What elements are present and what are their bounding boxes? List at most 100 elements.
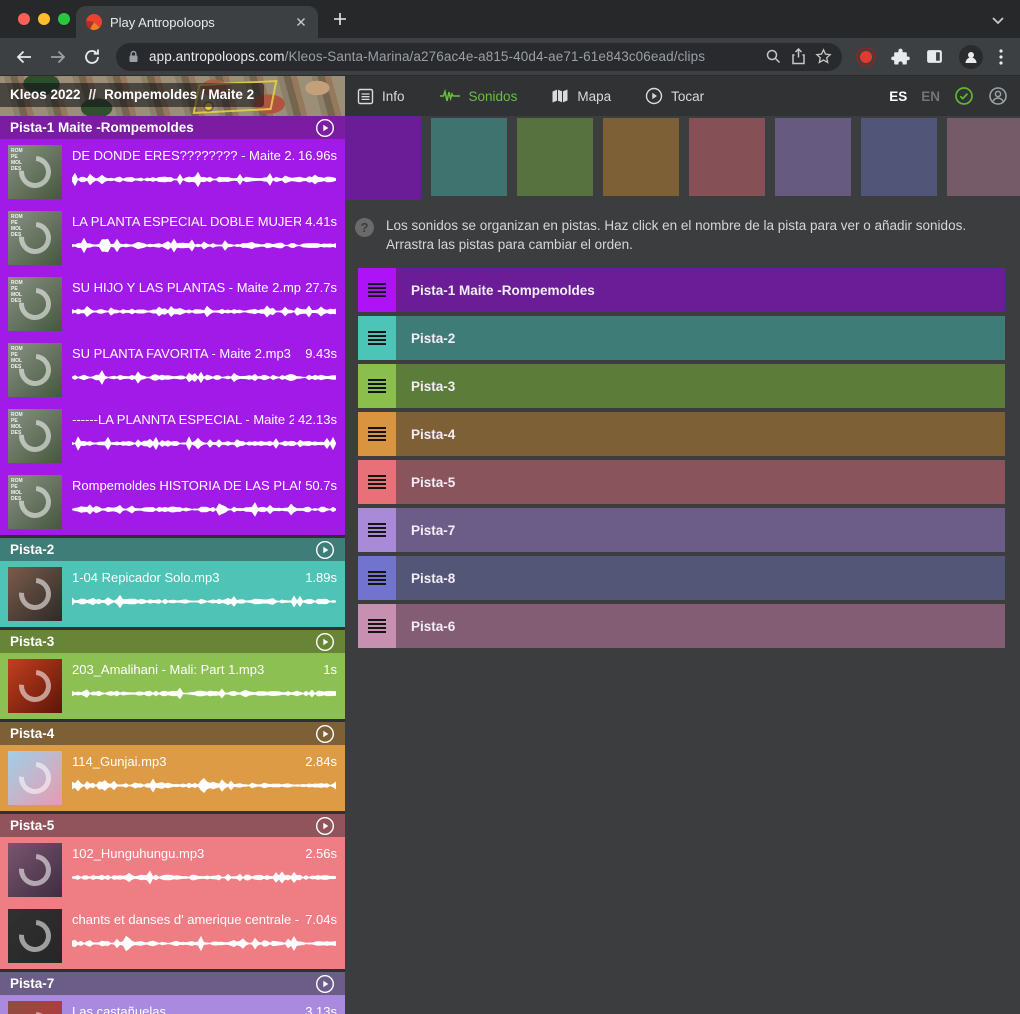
loop-progress-icon: [12, 755, 57, 800]
track-section-header[interactable]: Pista-1 Maite -Rompemoldes: [0, 116, 345, 139]
track-color-tab[interactable]: [689, 118, 765, 196]
track-row[interactable]: Pista-4: [358, 412, 1005, 456]
clip-row[interactable]: 1-04 Repicador Solo.mp31.89s: [0, 561, 345, 627]
clip-row[interactable]: ROM PE MOL DES------LA PLANNTA ESPECIAL …: [0, 403, 345, 469]
track-row-body[interactable]: Pista-7: [396, 508, 1005, 552]
track-row-body[interactable]: Pista-3: [396, 364, 1005, 408]
back-button[interactable]: [14, 47, 34, 67]
breadcrumb-project-link[interactable]: Kleos 2022: [10, 87, 81, 102]
new-tab-button[interactable]: [332, 11, 348, 27]
nav-item-mapa[interactable]: Mapa: [551, 88, 611, 104]
drag-grip-icon: [368, 619, 386, 633]
clip-list: 203_Amalihani - Mali: Part 1.mp31s: [0, 653, 345, 719]
track-row[interactable]: Pista-2: [358, 316, 1005, 360]
tab-search-chevron-icon[interactable]: [990, 12, 1006, 28]
close-window-button[interactable]: [18, 13, 30, 25]
map-icon: [551, 88, 569, 104]
language-en-button[interactable]: EN: [921, 89, 940, 104]
track-section-header[interactable]: Pista-5: [0, 814, 345, 837]
nav-item-tocar[interactable]: Tocar: [645, 87, 704, 105]
track-row[interactable]: Pista-6: [358, 604, 1005, 648]
bookmark-star-icon[interactable]: [815, 48, 832, 65]
clip-info: SU HIJO Y LAS PLANTAS - Maite 2.mp327.7s: [72, 277, 337, 331]
track-color-tab[interactable]: [603, 118, 679, 196]
browser-menu-icon[interactable]: [998, 48, 1004, 66]
section-play-icon[interactable]: [315, 974, 335, 994]
clip-info: Rompemoldes HISTORIA DE LAS PLANTAS...50…: [72, 475, 337, 529]
lock-icon[interactable]: [126, 49, 141, 64]
track-row[interactable]: Pista-3: [358, 364, 1005, 408]
clip-info: LA PLANTA ESPECIAL DOBLE MUJER - Mai...4…: [72, 211, 337, 265]
track-color-tab[interactable]: [775, 118, 851, 196]
track-row[interactable]: Pista-8: [358, 556, 1005, 600]
status-check-icon[interactable]: [954, 86, 974, 106]
drag-handle[interactable]: [358, 460, 396, 504]
clip-row[interactable]: ROM PE MOL DESLA PLANTA ESPECIAL DOBLE M…: [0, 205, 345, 271]
clip-row[interactable]: ROM PE MOL DESSU PLANTA FAVORITA - Maite…: [0, 337, 345, 403]
clip-row[interactable]: 114_Gunjai.mp32.84s: [0, 745, 345, 811]
clip-thumbnail: [8, 567, 62, 621]
track-row-body[interactable]: Pista-8: [396, 556, 1005, 600]
section-play-icon[interactable]: [315, 540, 335, 560]
clip-row[interactable]: Las castañuelas3.13s: [0, 995, 345, 1014]
track-row-body[interactable]: Pista-5: [396, 460, 1005, 504]
drag-handle[interactable]: [358, 604, 396, 648]
section-play-icon[interactable]: [315, 724, 335, 744]
drag-handle[interactable]: [358, 316, 396, 360]
track-color-tab[interactable]: [947, 118, 1020, 196]
track-section-header[interactable]: Pista-4: [0, 722, 345, 745]
nav-item-sonidos[interactable]: Sonidos: [439, 88, 518, 104]
track-row-body[interactable]: Pista-4: [396, 412, 1005, 456]
section-play-icon[interactable]: [315, 816, 335, 836]
recording-extension-icon[interactable]: [856, 47, 876, 67]
waveform: [72, 869, 337, 886]
clip-row[interactable]: ROM PE MOL DESSU HIJO Y LAS PLANTAS - Ma…: [0, 271, 345, 337]
clip-title: SU HIJO Y LAS PLANTAS - Maite 2.mp3: [72, 280, 301, 295]
extensions-puzzle-icon[interactable]: [891, 47, 910, 66]
reload-button[interactable]: [82, 47, 102, 67]
drag-handle[interactable]: [358, 508, 396, 552]
section-play-icon[interactable]: [315, 118, 335, 138]
track-row-body[interactable]: Pista-6: [396, 604, 1005, 648]
clip-row[interactable]: ROM PE MOL DESDE DONDE ERES???????? - Ma…: [0, 139, 345, 205]
track-section-header[interactable]: Pista-7: [0, 972, 345, 995]
clip-info: Las castañuelas3.13s: [72, 1001, 337, 1014]
section-play-icon[interactable]: [315, 632, 335, 652]
drag-handle[interactable]: [358, 268, 396, 312]
track-row[interactable]: Pista-5: [358, 460, 1005, 504]
language-es-button[interactable]: ES: [889, 89, 907, 104]
url-bar[interactable]: app.antropoloops.com/Kleos-Santa-Marina/…: [116, 43, 842, 71]
track-row[interactable]: Pista-7: [358, 508, 1005, 552]
track-row[interactable]: Pista-1 Maite -Rompemoldes: [358, 268, 1005, 312]
help-icon: ?: [355, 218, 374, 237]
account-icon[interactable]: [988, 86, 1008, 106]
minimize-window-button[interactable]: [38, 13, 50, 25]
track-section-header[interactable]: Pista-3: [0, 630, 345, 653]
play-circle-icon: [645, 87, 663, 105]
zoom-page-icon[interactable]: [765, 48, 782, 65]
track-row-body[interactable]: Pista-1 Maite -Rompemoldes: [396, 268, 1005, 312]
track-color-tab[interactable]: [517, 118, 593, 196]
clip-row[interactable]: 102_Hunguhungu.mp32.56s: [0, 837, 345, 903]
profile-avatar[interactable]: [959, 45, 983, 69]
clip-thumbnail: [8, 751, 62, 805]
track-color-tab[interactable]: [431, 118, 507, 196]
track-row-body[interactable]: Pista-2: [396, 316, 1005, 360]
browser-tab[interactable]: Play Antropoloops: [76, 6, 318, 38]
track-color-tab[interactable]: [345, 116, 421, 200]
track-section-header[interactable]: Pista-2: [0, 538, 345, 561]
zoom-window-button[interactable]: [58, 13, 70, 25]
drag-handle[interactable]: [358, 412, 396, 456]
share-icon[interactable]: [790, 48, 807, 65]
forward-button[interactable]: [48, 47, 68, 67]
tab-close-icon[interactable]: [294, 15, 308, 29]
drag-handle[interactable]: [358, 364, 396, 408]
nav-item-info[interactable]: Info: [357, 88, 405, 105]
track-color-tab[interactable]: [861, 118, 937, 196]
clip-row[interactable]: 203_Amalihani - Mali: Part 1.mp31s: [0, 653, 345, 719]
drag-handle[interactable]: [358, 556, 396, 600]
clip-row[interactable]: chants et danses d' amerique centrale - …: [0, 903, 345, 969]
side-panel-icon[interactable]: [925, 47, 944, 66]
track-section-title: Pista-4: [10, 726, 315, 741]
clip-row[interactable]: ROM PE MOL DESRompemoldes HISTORIA DE LA…: [0, 469, 345, 535]
